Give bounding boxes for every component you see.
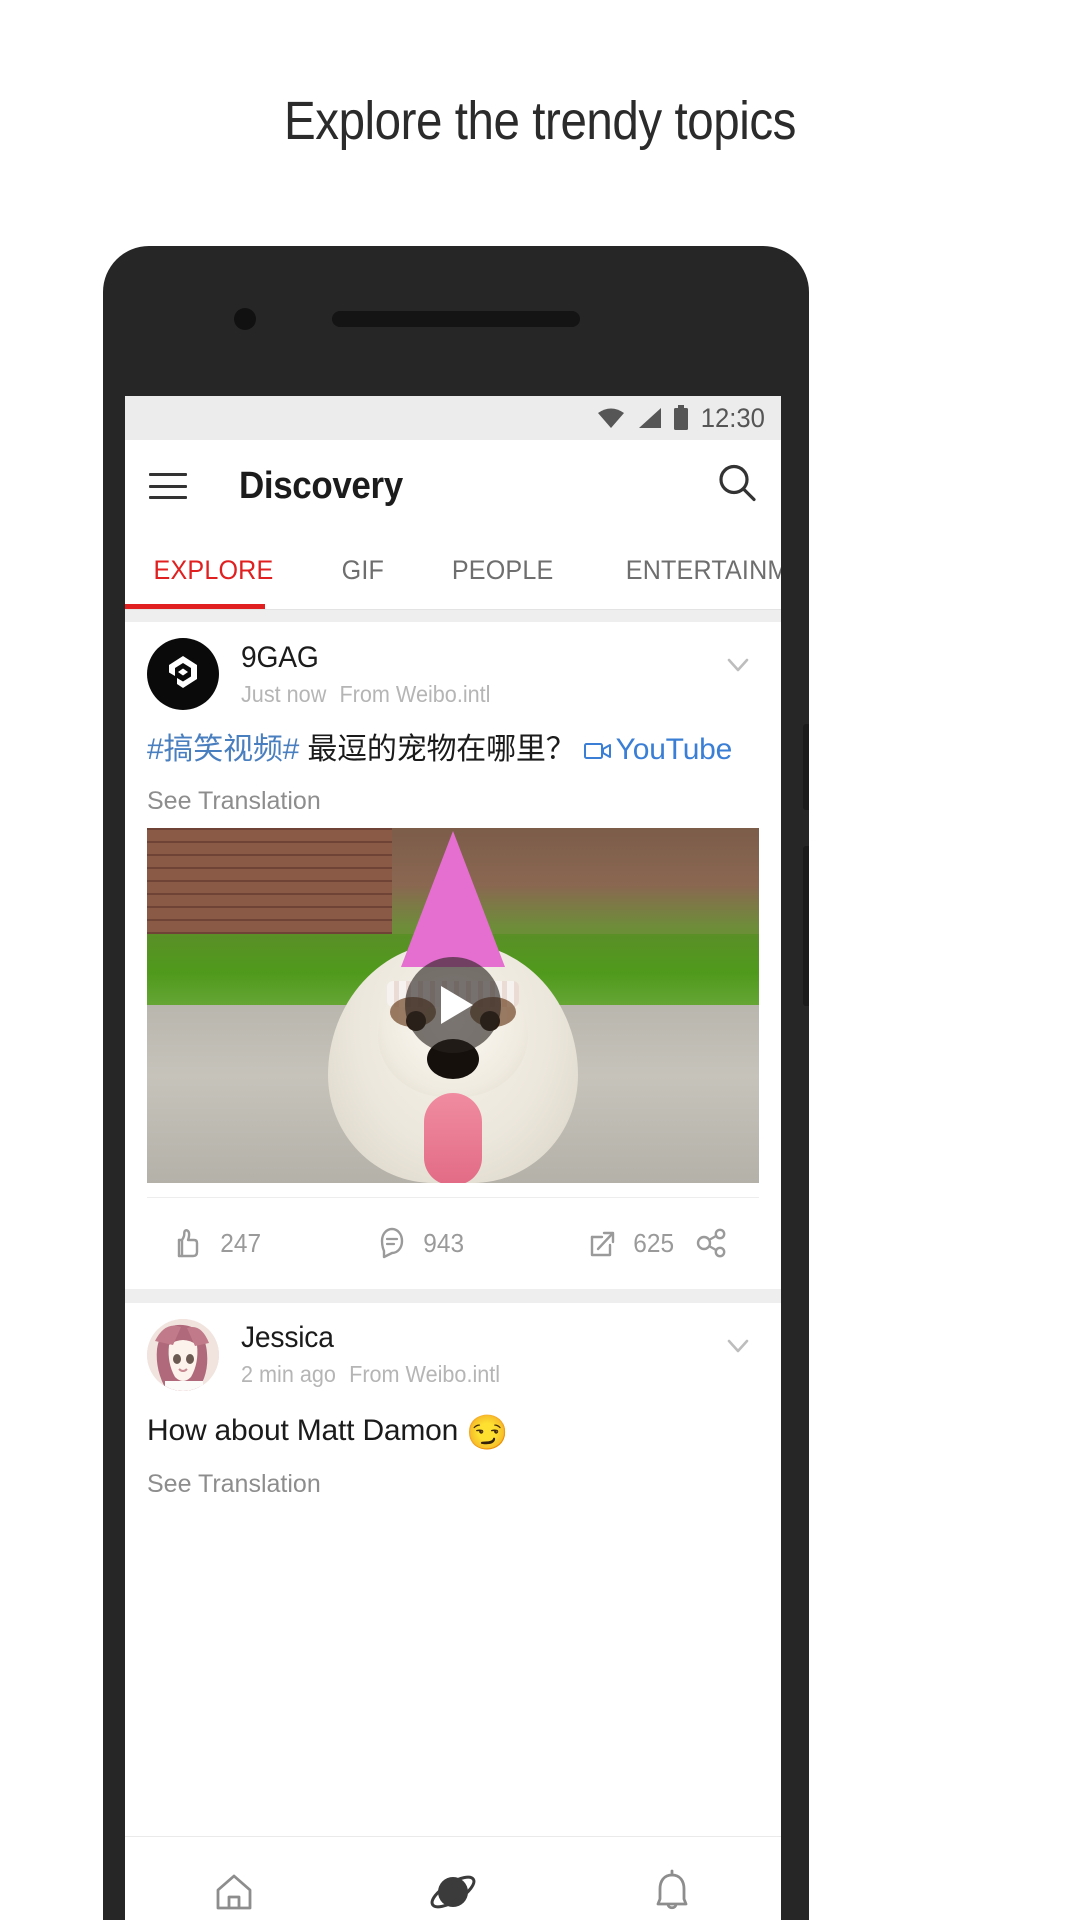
post-text: #搞笑视频# 最逗的宠物在哪里？ YouTube [147, 720, 759, 773]
post-action-bar: 247 943 625 [147, 1196, 759, 1289]
signal-icon [639, 408, 662, 428]
post-link-youtube[interactable]: YouTube [616, 733, 733, 766]
post-meta: 9GAG Just now From Weibo.intl [241, 641, 506, 708]
9gag-logo-icon[interactable] [147, 638, 219, 710]
post-meta: Jessica 2 min ago From Weibo.intl [241, 1321, 517, 1388]
earpiece-speaker [332, 311, 580, 327]
status-bar: 12:30 [125, 396, 781, 440]
post-separator [125, 1288, 781, 1303]
wifi-icon [598, 408, 625, 428]
tab-people[interactable]: PEOPLE [451, 555, 553, 586]
post-author[interactable]: 9GAG [241, 641, 490, 675]
smirk-emoji-icon: 😏 [466, 1413, 509, 1452]
post-time: 2 min ago [241, 1361, 336, 1387]
repost-button[interactable]: 625 [584, 1225, 675, 1261]
nav-discovery[interactable] [383, 1842, 523, 1920]
post-subtitle: 2 min ago From Weibo.intl [241, 1361, 500, 1388]
like-count: 247 [220, 1227, 262, 1258]
tab-active-indicator [125, 604, 265, 609]
thumbs-up-icon [177, 1229, 199, 1258]
tab-bar: EXPLORE GIF PEOPLE ENTERTAINME [125, 532, 781, 610]
post-time: Just now [241, 680, 327, 707]
repost-count: 625 [633, 1227, 674, 1258]
post-header: Jessica 2 min ago From Weibo.intl [147, 1303, 759, 1401]
like-button[interactable]: 247 [169, 1224, 262, 1262]
share-button[interactable] [691, 1223, 731, 1263]
post-media-video[interactable] [147, 827, 759, 1183]
avatar[interactable] [147, 1318, 219, 1391]
comment-icon [381, 1227, 404, 1259]
hamburger-icon[interactable] [149, 473, 187, 499]
search-icon[interactable] [715, 462, 759, 511]
see-translation-link[interactable]: See Translation [147, 773, 759, 828]
tab-separator [125, 610, 781, 622]
feed-post: Jessica 2 min ago From Weibo.intl How ab… [125, 1302, 781, 1512]
status-time: 12:30 [701, 402, 766, 433]
tab-entertainment[interactable]: ENTERTAINME [626, 555, 781, 586]
nav-home[interactable] [164, 1842, 304, 1920]
feed-post: 9GAG Just now From Weibo.intl #搞笑视频# 最逗的… [125, 622, 781, 1289]
tab-explore[interactable]: EXPLORE [154, 555, 274, 586]
post-header: 9GAG Just now From Weibo.intl [147, 622, 759, 720]
battery-icon [674, 405, 689, 430]
bottom-navigation [125, 1836, 781, 1920]
party-hat [401, 830, 505, 967]
comment-button[interactable]: 943 [374, 1224, 465, 1262]
app-bar: Discovery [125, 440, 781, 532]
phone-screen: 12:30 Discovery EXPLORE GIF PEOPLE ENTER… [125, 396, 781, 1920]
post-source: From Weibo.intl [339, 680, 491, 707]
post-text: How about Matt Damon 😏 [147, 1401, 759, 1457]
tab-gif[interactable]: GIF [342, 555, 384, 586]
nav-notifications[interactable] [602, 1842, 742, 1920]
power-button[interactable] [803, 846, 809, 1006]
app-bar-title: Discovery [239, 464, 403, 507]
planet-icon [430, 1875, 476, 1908]
chevron-down-icon[interactable] [721, 648, 755, 687]
front-camera-icon [234, 308, 256, 330]
post-source: From Weibo.intl [349, 1361, 501, 1387]
bell-icon [656, 1869, 688, 1909]
post-subtitle: Just now From Weibo.intl [241, 681, 490, 708]
phone-frame: 12:30 Discovery EXPLORE GIF PEOPLE ENTER… [103, 246, 809, 1920]
page-root: Explore the trendy topics 12:30 Discover… [0, 0, 1080, 1920]
comment-count: 943 [423, 1227, 465, 1258]
play-icon[interactable] [405, 957, 501, 1053]
post-hashtag[interactable]: #搞笑视频# [147, 733, 299, 766]
video-camera-icon [583, 732, 612, 773]
post-author[interactable]: Jessica [241, 1321, 500, 1355]
feed-list: 9GAG Just now From Weibo.intl #搞笑视频# 最逗的… [125, 622, 781, 1512]
share-icon [696, 1228, 726, 1258]
see-translation-link[interactable]: See Translation [147, 1456, 759, 1511]
post-body: 最逗的宠物在哪里？ [307, 733, 576, 766]
post-body: How about Matt Damon [147, 1413, 467, 1447]
chevron-down-icon[interactable] [721, 1329, 755, 1368]
home-icon [216, 1874, 252, 1909]
volume-button[interactable] [803, 724, 809, 810]
repost-icon [590, 1231, 614, 1257]
page-title: Explore the trendy topics [283, 91, 796, 151]
